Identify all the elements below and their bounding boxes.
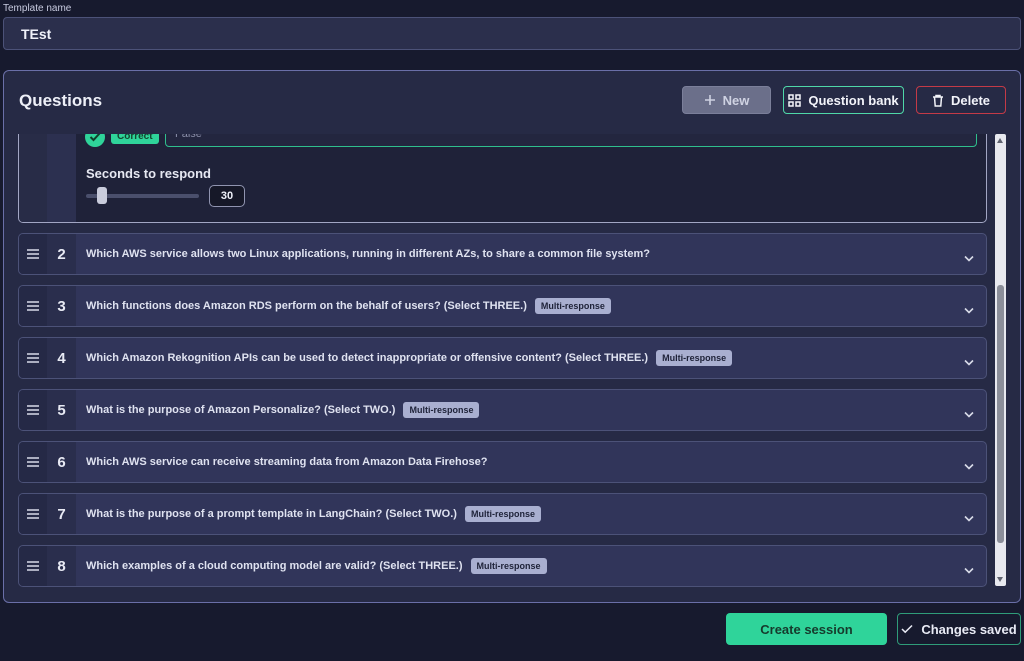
scroll-up-arrow-icon[interactable] (997, 138, 1003, 143)
multi-response-badge: Multi-response (656, 350, 733, 366)
question-text-label: Which Amazon Rekognition APIs can be use… (86, 352, 649, 364)
question-number: 5 (47, 390, 76, 430)
drag-handle-icon[interactable] (19, 390, 47, 430)
question-number: 4 (47, 338, 76, 378)
question-text: Which AWS service allows two Linux appli… (86, 234, 650, 274)
seconds-slider-thumb[interactable] (97, 187, 108, 204)
question-number: 2 (47, 234, 76, 274)
questions-panel: Questions New Question bank Delete Corre… (3, 70, 1021, 603)
chevron-down-icon[interactable] (964, 561, 974, 579)
chevron-down-icon[interactable] (964, 509, 974, 527)
question-text: What is the purpose of a prompt template… (86, 494, 541, 534)
expanded-question-1: Correct False Seconds to respond 30 (18, 134, 987, 223)
chevron-down-icon[interactable] (964, 249, 974, 267)
chevron-down-icon[interactable] (964, 405, 974, 423)
multi-response-badge: Multi-response (534, 298, 611, 314)
question-text: Which examples of a cloud computing mode… (86, 546, 547, 586)
question-row[interactable]: 6 Which AWS service can receive streaming… (18, 441, 987, 483)
chevron-down-icon[interactable] (964, 301, 974, 319)
seconds-value-input[interactable]: 30 (209, 185, 245, 207)
question-text-label: What is the purpose of a prompt template… (86, 508, 457, 520)
question-text: What is the purpose of Amazon Personaliz… (86, 390, 480, 430)
question-number: 8 (47, 546, 76, 586)
template-name-label: Template name (3, 3, 72, 14)
multi-response-badge: Multi-response (470, 558, 547, 574)
scrollbar[interactable] (995, 134, 1006, 586)
question-row[interactable]: 7 What is the purpose of a prompt templat… (18, 493, 987, 535)
check-circle-icon[interactable] (85, 134, 105, 147)
scrollbar-thumb[interactable] (997, 285, 1004, 543)
question-text-label: Which AWS service can receive streaming … (86, 456, 488, 468)
question-text: Which functions does Amazon RDS perform … (86, 286, 611, 326)
plus-icon (704, 94, 716, 106)
drag-handle-icon[interactable] (19, 494, 47, 534)
question-bank-label: Question bank (808, 92, 899, 108)
question-text: Which AWS service can receive streaming … (86, 442, 487, 482)
question-text-label: Which examples of a cloud computing mode… (86, 560, 463, 572)
template-name-input[interactable]: TEst (3, 17, 1021, 50)
seconds-label: Seconds to respond (86, 166, 211, 181)
new-question-button[interactable]: New (682, 86, 771, 114)
drag-handle-icon[interactable] (19, 442, 47, 482)
create-session-button[interactable]: Create session (726, 613, 887, 645)
drag-handle-icon[interactable] (19, 234, 47, 274)
changes-saved-label: Changes saved (921, 621, 1017, 637)
multi-response-badge: Multi-response (403, 402, 480, 418)
question-row[interactable]: 4 Which Amazon Rekognition APIs can be us… (18, 337, 987, 379)
question-row[interactable]: 5 What is the purpose of Amazon Personali… (18, 389, 987, 431)
multi-response-badge: Multi-response (464, 506, 541, 522)
question-row[interactable]: 3 Which functions does Amazon RDS perform… (18, 285, 987, 327)
correct-badge: Correct (111, 134, 159, 144)
grid-icon (788, 93, 802, 107)
question-row[interactable]: 8 Which examples of a cloud computing mod… (18, 545, 987, 587)
changes-saved-status: Changes saved (897, 613, 1021, 645)
new-button-label: New (722, 92, 750, 108)
question-text: Which Amazon Rekognition APIs can be use… (86, 338, 733, 378)
questions-list[interactable]: Correct False Seconds to respond 30 2 Whi… (4, 134, 1020, 602)
drag-handle-icon[interactable] (19, 286, 47, 326)
check-icon (901, 624, 913, 634)
question-number: 7 (47, 494, 76, 534)
drag-handle-icon[interactable] (19, 546, 47, 586)
answer-field[interactable]: False (165, 134, 977, 147)
trash-icon (932, 94, 944, 107)
question-text-label: What is the purpose of Amazon Personaliz… (86, 404, 396, 416)
question-text-label: Which AWS service allows two Linux appli… (86, 248, 650, 260)
scroll-down-arrow-icon[interactable] (997, 577, 1003, 582)
question-number: 6 (47, 442, 76, 482)
panel-title: Questions (19, 91, 103, 110)
chevron-down-icon[interactable] (964, 457, 974, 475)
drag-handle-icon[interactable] (19, 338, 47, 378)
delete-label: Delete (950, 92, 991, 108)
number-rail (47, 134, 76, 222)
question-bank-button[interactable]: Question bank (783, 86, 904, 114)
question-row[interactable]: 2 Which AWS service allows two Linux appl… (18, 233, 987, 275)
question-text-label: Which functions does Amazon RDS perform … (86, 300, 527, 312)
question-number: 3 (47, 286, 76, 326)
chevron-down-icon[interactable] (964, 353, 974, 371)
delete-button[interactable]: Delete (916, 86, 1006, 114)
